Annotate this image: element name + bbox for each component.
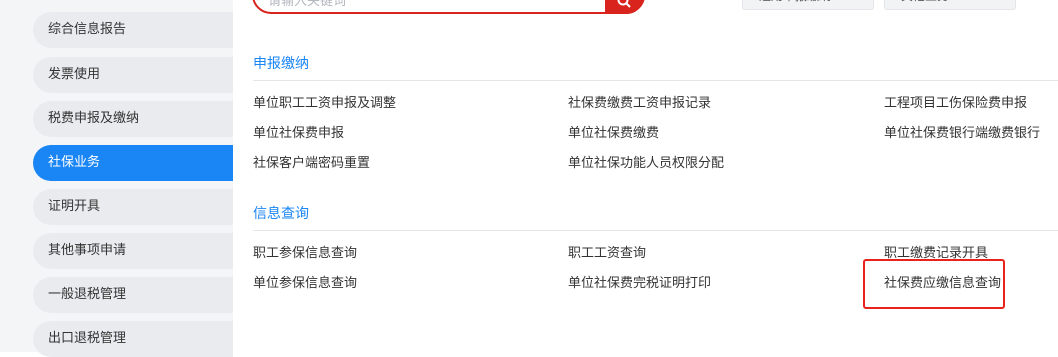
link-payable-info-query[interactable]: 社保费应缴信息查询 bbox=[884, 275, 1001, 293]
sidebar-item-other-applications[interactable]: 其他事项申请 bbox=[33, 233, 233, 269]
link-permission-assignment[interactable]: 单位社保功能人员权限分配 bbox=[568, 155, 724, 173]
sidebar-item-comprehensive-report[interactable]: 综合信息报告 bbox=[33, 12, 233, 48]
link-bank-payment[interactable]: 单位社保费银行端缴费银行 bbox=[884, 125, 1040, 143]
section-title-query: 信息查询 bbox=[253, 206, 309, 222]
sidebar-item-certificate[interactable]: 证明开具 bbox=[33, 189, 233, 225]
top-button-other[interactable]: 其他业务 bbox=[884, 0, 1016, 10]
section-divider bbox=[253, 230, 1058, 231]
top-button-general[interactable]: 通用申报缴纳 bbox=[742, 0, 874, 10]
section-title-declaration: 申报缴纳 bbox=[253, 56, 309, 72]
sidebar-item-invoice-usage[interactable]: 发票使用 bbox=[33, 57, 233, 93]
link-unit-insurance-query[interactable]: 单位参保信息查询 bbox=[253, 275, 357, 293]
link-social-insurance-declaration[interactable]: 单位社保费申报 bbox=[253, 125, 344, 143]
link-password-reset[interactable]: 社保客户端密码重置 bbox=[253, 155, 370, 173]
link-employee-wage-query[interactable]: 职工工资查询 bbox=[568, 245, 646, 263]
link-wage-declaration[interactable]: 单位职工工资申报及调整 bbox=[253, 95, 396, 113]
sidebar-item-social-insurance[interactable]: 社保业务 bbox=[33, 145, 233, 181]
search-icon bbox=[617, 0, 631, 8]
search-button[interactable] bbox=[605, 0, 645, 14]
search-placeholder: 请输入关键词 bbox=[268, 0, 347, 9]
sidebar: 综合信息报告 发票使用 税费申报及缴纳 社保业务 证明开具 其他事项申请 一般退… bbox=[0, 0, 233, 357]
sidebar-item-general-refund[interactable]: 一般退税管理 bbox=[33, 277, 233, 313]
sidebar-item-tax-declaration[interactable]: 税费申报及缴纳 bbox=[33, 101, 233, 137]
link-employee-insurance-query[interactable]: 职工参保信息查询 bbox=[253, 245, 357, 263]
link-work-injury-declaration[interactable]: 工程项目工伤保险费申报 bbox=[884, 95, 1027, 113]
link-tax-certificate-print[interactable]: 单位社保费完税证明打印 bbox=[568, 275, 711, 293]
section-divider bbox=[253, 80, 1058, 81]
link-payment-record[interactable]: 职工缴费记录开具 bbox=[884, 245, 988, 263]
link-social-insurance-payment[interactable]: 单位社保费缴费 bbox=[568, 125, 659, 143]
search-input[interactable]: 请输入关键词 bbox=[252, 0, 645, 14]
link-wage-declaration-record[interactable]: 社保费缴费工资申报记录 bbox=[568, 95, 711, 113]
